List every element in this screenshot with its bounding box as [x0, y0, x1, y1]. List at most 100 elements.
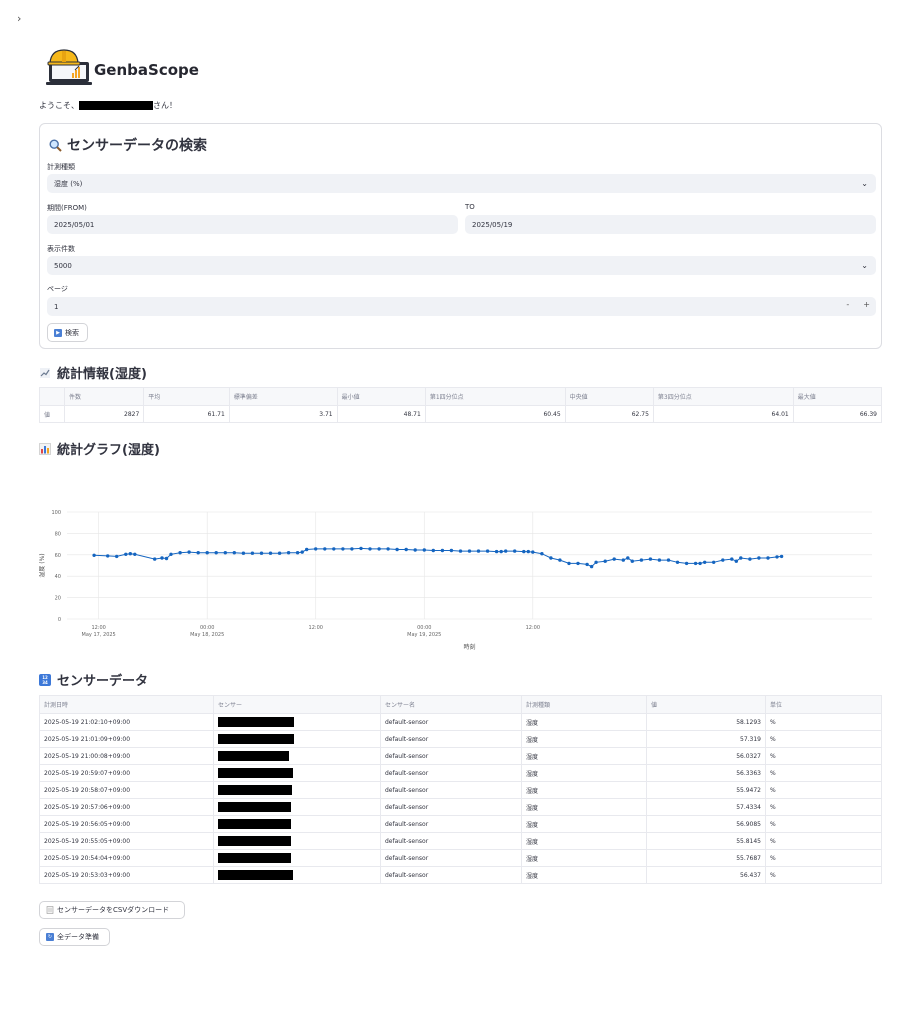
stats-header-0[interactable]	[39, 387, 65, 406]
table-row[interactable]: 2025-05-19 21:02:10+09:00 default-sensor 湿…	[39, 713, 882, 731]
data-point	[241, 551, 246, 555]
data-point	[422, 548, 426, 552]
x-tick-label: 12:00	[309, 625, 323, 631]
sidebar-toggle-icon[interactable]: ›	[17, 12, 21, 25]
stats-cell-6: 62.75	[564, 405, 654, 423]
data-point	[350, 547, 354, 551]
data-point	[734, 559, 738, 563]
data-point	[504, 549, 508, 553]
table-row[interactable]: 2025-05-19 21:01:09+09:00 default-sensor 湿…	[39, 730, 882, 748]
sensor-cell-5: %	[765, 764, 882, 782]
sensor-cell-4: 57.4334	[646, 798, 766, 816]
data-point	[431, 548, 435, 553]
stats-cell-3: 3.71	[228, 405, 338, 423]
sensor-cell-3: 湿度	[521, 849, 647, 867]
data-point	[712, 560, 716, 564]
csv-download-label: センサーデータをCSVダウンロード	[57, 906, 170, 914]
measure-type-value: 湿度 (%)	[54, 179, 83, 188]
table-row[interactable]: 2025-05-19 20:57:06+09:00 default-sensor 湿…	[39, 798, 882, 816]
data-point	[684, 561, 689, 566]
data-point	[693, 561, 698, 566]
table-row[interactable]: 2025-05-19 20:56:05+09:00 default-sensor 湿…	[39, 815, 882, 833]
helmet-laptop-logo-icon	[46, 49, 92, 85]
data-point	[300, 550, 304, 554]
x-tick-sublabel: May 17, 2025	[82, 632, 116, 638]
page-value: 1	[54, 302, 59, 311]
data-point	[404, 547, 408, 552]
brand-name: GenbaScope	[94, 61, 199, 79]
data-point	[589, 564, 594, 569]
stats-header-2[interactable]: 平均	[143, 387, 230, 406]
date-from-input[interactable]: 2025/05/01	[47, 215, 458, 234]
table-row[interactable]: 2025-05-19 20:55:05+09:00 default-sensor 湿…	[39, 832, 882, 850]
chevron-down-icon: ⌄	[861, 179, 868, 188]
sensor-section-title: 12 34 センサーデータ	[39, 670, 148, 689]
x-tick-label: 12:00	[91, 625, 105, 631]
sensor-cell-4: 55.7687	[646, 849, 766, 867]
data-point	[323, 547, 327, 551]
data-point	[779, 554, 784, 559]
data-point	[178, 551, 182, 555]
data-point	[223, 551, 227, 555]
data-point	[567, 561, 571, 566]
x-tick-label: 00:00	[417, 625, 431, 631]
stats-header-3[interactable]: 標準偏差	[228, 387, 338, 406]
data-point	[440, 548, 445, 553]
table-row[interactable]: 2025-05-19 21:00:08+09:00 default-sensor 湿…	[39, 747, 882, 765]
plus-icon[interactable]: +	[863, 300, 870, 309]
stats-header-6[interactable]: 中央値	[564, 387, 654, 406]
data-point	[757, 556, 761, 560]
page-number-input[interactable]: 1 - +	[47, 297, 876, 316]
sensor-cell-4: 55.9472	[646, 781, 766, 799]
sensor-cell-4: 56.3363	[646, 764, 766, 782]
date-to-input[interactable]: 2025/05/19	[465, 215, 876, 234]
y-tick-label: 100	[51, 510, 61, 516]
sensor-cell-5: %	[765, 781, 882, 799]
count-select[interactable]: 5000 ⌄	[47, 256, 876, 275]
sensor-data-table[interactable]: 計測日時 センサー センサー名 計測種類値単位 2025-05-19 21:02:10…	[39, 695, 882, 884]
data-point	[666, 558, 671, 562]
data-point	[368, 547, 372, 551]
csv-download-button[interactable]: センサーデータをCSVダウンロード	[39, 901, 185, 919]
prepare-all-data-button[interactable]: ↻ 全データ準備	[39, 928, 110, 946]
sensor-cell-5: %	[765, 832, 882, 850]
sensor-header-5[interactable]: 単位	[765, 695, 882, 714]
y-axis-label: 湿度 (%)	[39, 553, 46, 577]
sensor-cell-3: 湿度	[521, 815, 647, 833]
stats-header-4[interactable]: 最小値	[336, 387, 426, 406]
humidity-line-chart: 02040608010012:00May 17, 202500:00May 18…	[39, 510, 872, 651]
data-point	[232, 551, 236, 555]
stats-header-5[interactable]: 第1四分位点	[424, 387, 566, 406]
data-point	[558, 558, 562, 562]
sensor-header-0[interactable]: 計測日時	[39, 695, 214, 714]
data-point	[703, 560, 707, 564]
sensor-cell-3: 湿度	[521, 866, 647, 884]
search-button[interactable]: ▶ 検索	[47, 323, 88, 342]
sensor-cell-4: 57.319	[646, 730, 766, 748]
x-tick-sublabel: May 19, 2025	[407, 632, 441, 638]
data-point	[730, 557, 734, 561]
stats-header-7[interactable]: 第3四分位点	[652, 387, 794, 406]
sensor-header-4[interactable]: 値	[646, 695, 766, 714]
stats-cell-7: 64.01	[652, 405, 794, 423]
search-button-label: 検索	[65, 328, 79, 337]
data-point	[386, 547, 390, 551]
table-row[interactable]: 2025-05-19 20:59:07+09:00 default-sensor 湿…	[39, 764, 882, 782]
welcome-message: ようこそ、 さん！	[39, 100, 177, 111]
data-point	[675, 560, 680, 564]
data-point	[648, 557, 653, 561]
table-row[interactable]: 2025-05-19 20:54:04+09:00 default-sensor 湿…	[39, 849, 882, 867]
minus-icon[interactable]: -	[846, 300, 849, 309]
stats-cell-2: 61.71	[143, 405, 230, 423]
sensor-cell-4: 56.0327	[646, 747, 766, 765]
sensor-header-2[interactable]: センサー名	[380, 695, 522, 714]
sensor-cell-2: default-sensor	[380, 781, 522, 799]
stats-header-1[interactable]: 件数	[63, 387, 145, 406]
sensor-header-1[interactable]: センサー	[213, 695, 381, 714]
table-row[interactable]: 2025-05-19 20:53:03+09:00 default-sensor 湿…	[39, 866, 882, 884]
table-row[interactable]: 2025-05-19 20:58:07+09:00 default-sensor 湿…	[39, 781, 882, 799]
measure-type-select[interactable]: 湿度 (%) ⌄	[47, 174, 876, 193]
sensor-cell-0: 2025-05-19 20:58:07+09:00	[39, 781, 214, 799]
stats-header-8[interactable]: 最大値	[792, 387, 883, 406]
sensor-header-3[interactable]: 計測種類	[521, 695, 647, 714]
